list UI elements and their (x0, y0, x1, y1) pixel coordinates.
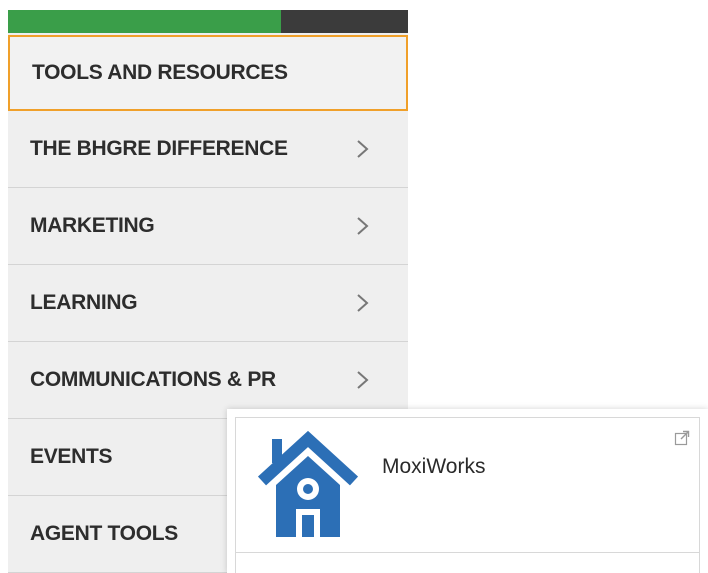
menu-item-learning[interactable]: LEARNING (8, 265, 408, 342)
menu-item-communications-pr[interactable]: COMMUNICATIONS & PR (8, 342, 408, 419)
chevron-right-icon (357, 371, 369, 389)
app-tile-bottom (235, 553, 700, 573)
menu-item-label: COMMUNICATIONS & PR (30, 368, 276, 391)
header-bar-green (8, 10, 281, 33)
header-bar-dark (281, 10, 408, 33)
app-name: MoxiWorks (382, 455, 486, 478)
menu-item-label: AGENT TOOLS (30, 522, 178, 545)
chevron-right-icon (357, 294, 369, 312)
app-tile-moxiworks[interactable]: MoxiWorks (235, 417, 700, 553)
house-icon (258, 430, 358, 537)
menu-item-label: MARKETING (30, 214, 155, 237)
external-link-icon[interactable] (674, 430, 690, 446)
menu-item-label: EVENTS (30, 445, 113, 468)
menu-item-marketing[interactable]: MARKETING (8, 188, 408, 265)
chevron-right-icon (357, 217, 369, 235)
menu-item-label: THE BHGRE DIFFERENCE (30, 137, 288, 160)
chevron-right-icon (357, 140, 369, 158)
header-bar (8, 10, 408, 33)
menu-item-label: TOOLS AND RESOURCES (32, 61, 288, 84)
menu-item-bhgre-difference[interactable]: THE BHGRE DIFFERENCE (8, 111, 408, 188)
submenu-popover: MoxiWorks (227, 409, 708, 573)
menu-item-label: LEARNING (30, 291, 138, 314)
menu-item-tools-and-resources[interactable]: TOOLS AND RESOURCES (8, 35, 408, 111)
